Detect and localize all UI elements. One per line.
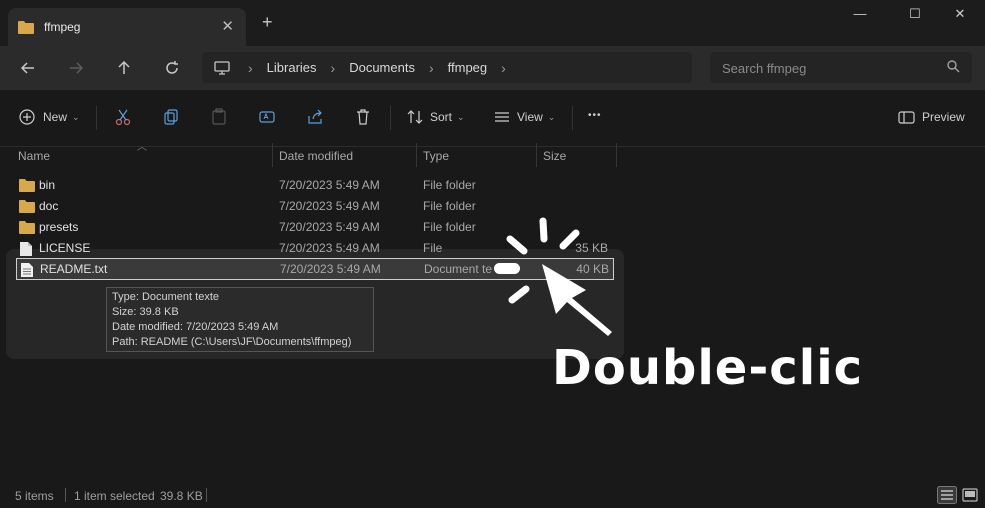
divider [65, 488, 66, 502]
chevron-down-icon: ⌄ [457, 111, 465, 122]
tooltip-type: Type: Document texte [112, 291, 219, 303]
folder-icon [18, 21, 34, 34]
column-headers: Name ︿ Date modified Type Size [0, 142, 985, 169]
folder-icon [19, 200, 35, 213]
view-icon [495, 112, 509, 122]
tab-title: ffmpeg [44, 20, 81, 34]
refresh-icon[interactable] [164, 60, 180, 76]
file-name: bin [39, 178, 56, 192]
file-name: LICENSE [39, 241, 91, 255]
new-label: New [43, 110, 68, 124]
file-type: Document te [424, 262, 493, 276]
file-icon [20, 242, 32, 256]
sort-label: Sort [430, 110, 453, 124]
preview-pane-icon [898, 111, 915, 124]
double-click-label: Double-clic [552, 340, 864, 396]
file-name: doc [39, 199, 59, 213]
chevron-down-icon: ⌄ [547, 111, 556, 122]
search-placeholder: Search ffmpeg [722, 61, 807, 76]
file-type: File folder [423, 178, 476, 192]
mouse-pointer-icon [542, 264, 612, 336]
more-options-icon[interactable]: ••• [588, 110, 602, 121]
column-divider[interactable] [416, 143, 417, 167]
file-name: README.txt [40, 262, 108, 276]
search-icon [947, 60, 960, 73]
maximize-icon[interactable]: ☐ [895, 6, 935, 26]
new-tab-icon[interactable]: + [262, 12, 273, 33]
column-type[interactable]: Type [423, 149, 449, 163]
file-date: 7/20/2023 5:49 AM [279, 220, 380, 234]
delete-icon[interactable] [354, 108, 372, 126]
column-size[interactable]: Size [543, 149, 566, 163]
preview-button[interactable]: Preview [898, 108, 965, 126]
file-type: File [423, 241, 443, 255]
text-document-icon [21, 263, 33, 277]
column-divider[interactable] [272, 143, 273, 167]
file-date: 7/20/2023 5:49 AM [279, 241, 380, 255]
search-input[interactable]: Search ffmpeg [710, 52, 972, 83]
tooltip-size: Size: 39.8 KB [112, 306, 179, 318]
status-item-count: 5 items [15, 489, 54, 503]
sort-button[interactable]: Sort ⌄ [406, 108, 465, 126]
forward-arrow-icon[interactable] [68, 60, 84, 76]
minimize-icon[interactable]: — [840, 6, 880, 26]
tooltip-date: Date modified: 7/20/2023 5:49 AM [112, 321, 279, 333]
sort-icon [407, 110, 423, 124]
status-size: 39.8 KB [160, 489, 203, 503]
window-close-icon[interactable]: ✕ [940, 6, 980, 26]
tab-close-icon[interactable]: ✕ [221, 17, 234, 35]
title-bar: ffmpeg ✕ + — ☐ ✕ [0, 0, 985, 46]
divider [390, 106, 391, 130]
folder-icon [19, 221, 35, 234]
status-bar: 5 items 1 item selected 39.8 KB [0, 484, 985, 508]
chevron-right-icon: › [501, 59, 506, 76]
file-type: File folder [423, 199, 476, 213]
divider [572, 106, 573, 130]
column-date-modified[interactable]: Date modified [279, 149, 353, 163]
breadcrumb-libraries[interactable]: Libraries [267, 60, 317, 75]
file-date: 7/20/2023 5:49 AM [279, 178, 380, 192]
chevron-right-icon: › [330, 59, 336, 76]
this-pc-icon[interactable] [214, 60, 230, 75]
new-button[interactable]: New ⌄ [18, 108, 80, 126]
details-view-icon[interactable] [937, 486, 957, 504]
breadcrumb[interactable]: › Libraries › Documents › ffmpeg › [202, 52, 692, 83]
tab-ffmpeg[interactable]: ffmpeg ✕ [8, 8, 246, 46]
share-icon[interactable] [306, 108, 324, 126]
column-name[interactable]: Name [18, 149, 50, 163]
copy-icon[interactable] [162, 108, 180, 126]
file-date: 7/20/2023 5:49 AM [279, 199, 380, 213]
tooltip-path: Path: README (C:\Users\JF\Documents\ffmp… [112, 336, 352, 348]
list-item[interactable]: doc 7/20/2023 5:49 AM File folder [16, 196, 612, 216]
command-bar: New ⌄ Sort ⌄ View ⌄ ••• Preview [0, 90, 985, 147]
file-tooltip: Type: Document texte Size: 39.8 KB Date … [106, 287, 374, 352]
folder-icon [19, 179, 35, 192]
chevron-right-icon: › [428, 59, 434, 76]
view-label: View [517, 110, 543, 124]
list-item[interactable]: bin 7/20/2023 5:49 AM File folder [16, 175, 612, 195]
divider [206, 488, 207, 502]
tiles-view-icon[interactable] [960, 486, 980, 504]
chevron-right-icon: › [248, 59, 253, 76]
status-selected: 1 item selected [74, 489, 155, 503]
view-button[interactable]: View ⌄ [493, 108, 555, 126]
sort-up-icon: ︿ [137, 142, 147, 153]
file-type: File folder [423, 220, 476, 234]
up-arrow-icon[interactable] [116, 60, 132, 76]
paste-icon[interactable] [210, 108, 228, 126]
rename-icon[interactable] [258, 108, 276, 126]
preview-label: Preview [922, 110, 965, 124]
file-date: 7/20/2023 5:49 AM [280, 262, 381, 276]
breadcrumb-documents[interactable]: Documents [349, 60, 415, 75]
column-divider[interactable] [616, 143, 617, 167]
plus-circle-icon [19, 109, 35, 125]
chevron-down-icon: ⌄ [72, 111, 80, 122]
breadcrumb-ffmpeg[interactable]: ffmpeg [448, 60, 488, 75]
divider [96, 106, 97, 130]
column-divider[interactable] [536, 143, 537, 167]
back-arrow-icon[interactable] [20, 60, 36, 76]
cut-icon[interactable] [114, 108, 132, 126]
address-bar: › Libraries › Documents › ffmpeg › Searc… [0, 46, 985, 90]
file-name: presets [39, 220, 79, 234]
